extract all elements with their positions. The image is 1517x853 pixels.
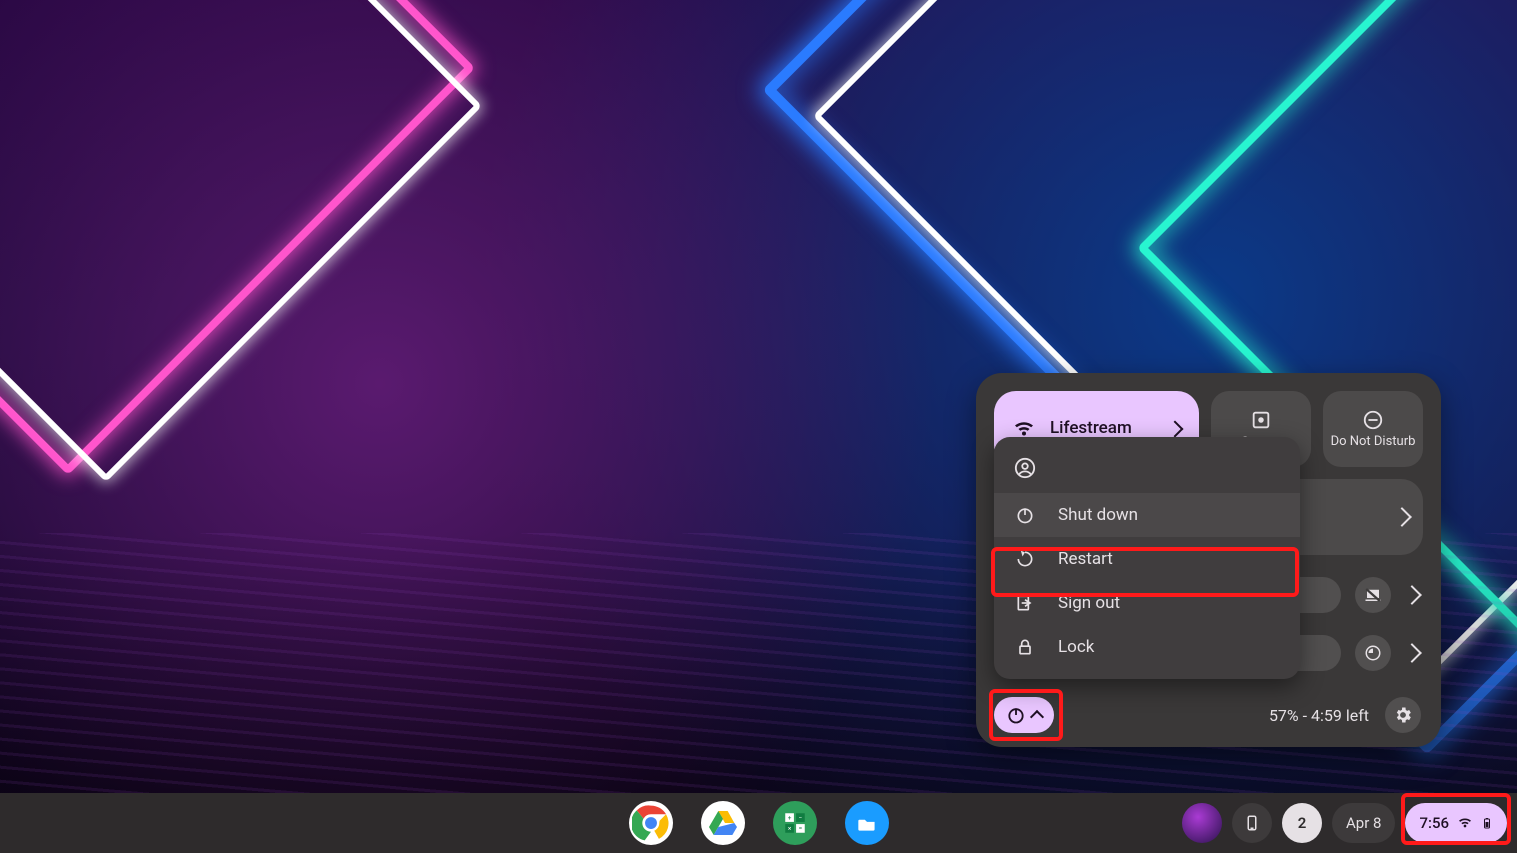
screen-capture-icon bbox=[1250, 409, 1272, 431]
chevron-up-icon bbox=[1030, 710, 1044, 724]
network-name: Lifestream bbox=[1050, 419, 1155, 439]
chevron-right-icon[interactable] bbox=[1402, 585, 1422, 605]
signout-icon bbox=[1014, 593, 1036, 613]
drive-app[interactable] bbox=[701, 801, 745, 845]
svg-text:=: = bbox=[798, 825, 802, 833]
avatar[interactable] bbox=[1182, 803, 1222, 843]
dnd-tile[interactable]: Do Not Disturb bbox=[1323, 391, 1423, 467]
chevron-right-icon[interactable] bbox=[1392, 507, 1412, 527]
shelf: +−× = 2 Apr 8 7:56 bbox=[0, 793, 1517, 853]
restart-icon bbox=[1014, 549, 1036, 569]
shutdown-label: Shut down bbox=[1058, 505, 1138, 525]
dnd-icon bbox=[1362, 409, 1384, 431]
svg-text:−: − bbox=[798, 814, 802, 822]
dnd-tile-label: Do Not Disturb bbox=[1331, 435, 1416, 449]
mute-icon bbox=[1364, 644, 1382, 662]
restart-label: Restart bbox=[1058, 549, 1113, 569]
calendar-chip[interactable]: Apr 8 bbox=[1332, 803, 1395, 843]
svg-text:+: + bbox=[787, 814, 791, 822]
files-app[interactable] bbox=[845, 801, 889, 845]
power-menu-account[interactable] bbox=[994, 447, 1300, 493]
phone-icon bbox=[1243, 814, 1261, 832]
power-menu-restart[interactable]: Restart bbox=[994, 537, 1300, 581]
wifi-icon bbox=[1457, 815, 1473, 831]
lock-label: Lock bbox=[1058, 637, 1094, 657]
power-menu-shutdown[interactable]: Shut down bbox=[994, 493, 1300, 537]
mute-button[interactable] bbox=[1355, 635, 1391, 671]
time-label: 7:56 bbox=[1419, 814, 1449, 832]
chevron-right-icon[interactable] bbox=[1167, 421, 1184, 438]
battery-icon bbox=[1481, 814, 1493, 832]
system-tray: 2 Apr 8 7:56 bbox=[1182, 803, 1507, 843]
power-menu: Shut down Restart Sign out Lock bbox=[994, 437, 1300, 679]
status-area[interactable]: 7:56 bbox=[1405, 803, 1507, 843]
chrome-app[interactable] bbox=[629, 801, 673, 845]
notification-count[interactable]: 2 bbox=[1282, 803, 1322, 843]
power-menu-lock[interactable]: Lock bbox=[994, 625, 1300, 669]
signout-label: Sign out bbox=[1058, 593, 1120, 613]
chevron-right-icon[interactable] bbox=[1402, 643, 1422, 663]
account-icon bbox=[1014, 457, 1280, 479]
phone-hub-button[interactable] bbox=[1232, 803, 1272, 843]
power-icon bbox=[1006, 705, 1026, 725]
night-light-button[interactable] bbox=[1355, 577, 1391, 613]
night-light-icon bbox=[1364, 586, 1382, 604]
settings-button[interactable] bbox=[1385, 697, 1421, 733]
power-menu-button[interactable] bbox=[994, 697, 1054, 733]
gear-icon bbox=[1393, 705, 1413, 725]
notif-count-label: 2 bbox=[1298, 814, 1307, 832]
power-icon bbox=[1014, 505, 1036, 525]
lock-icon bbox=[1014, 637, 1036, 657]
date-label: Apr 8 bbox=[1346, 814, 1381, 832]
svg-text:×: × bbox=[787, 825, 791, 833]
power-menu-signout[interactable]: Sign out bbox=[994, 581, 1300, 625]
shelf-apps: +−× = bbox=[629, 801, 889, 845]
calculator-app[interactable]: +−× = bbox=[773, 801, 817, 845]
quick-settings-panel: Lifestream Screen Do Not Disturb st scre… bbox=[976, 373, 1441, 747]
battery-status: 57% - 4:59 left bbox=[1269, 706, 1369, 725]
